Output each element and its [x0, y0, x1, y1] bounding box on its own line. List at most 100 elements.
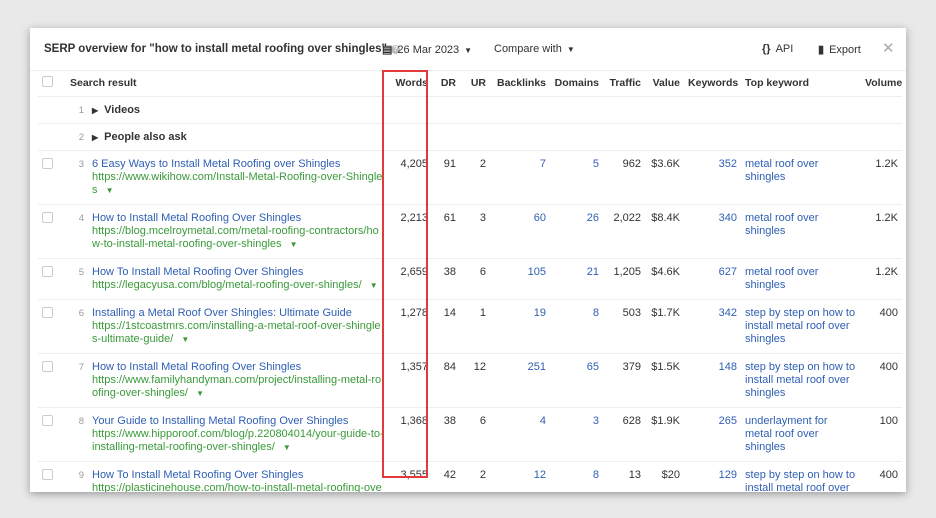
- result-url[interactable]: https://1stcoastmrs.com/installing-a-met…: [92, 320, 381, 345]
- col-dr[interactable]: DR: [432, 70, 461, 97]
- row-checkbox[interactable]: [42, 158, 53, 169]
- position: 4: [66, 204, 88, 259]
- backlinks-link[interactable]: 7: [490, 150, 551, 205]
- dr: 38: [432, 258, 461, 300]
- ur: 2: [460, 461, 491, 492]
- result-url[interactable]: https://www.hipporoof.com/blog/p.2208040…: [92, 428, 384, 453]
- keywords-link[interactable]: 129: [684, 461, 742, 492]
- serp-feature-row[interactable]: 2 ▶ People also ask: [38, 123, 903, 151]
- value: $1.7K: [645, 299, 685, 354]
- backlinks-link[interactable]: 12: [490, 461, 551, 492]
- backlinks-link[interactable]: 105: [490, 258, 551, 300]
- result-title-link[interactable]: How to Install Metal Roofing Over Shingl…: [92, 361, 384, 374]
- col-domains[interactable]: Domains: [550, 70, 604, 97]
- domains-link[interactable]: 3: [550, 407, 604, 462]
- col-keywords[interactable]: Keywords: [684, 70, 742, 97]
- chevron-down-icon[interactable]: ▼: [196, 389, 204, 398]
- export-button[interactable]: ▮ Export: [818, 43, 861, 56]
- volume: 1.2K: [861, 258, 903, 300]
- table-row: 6 Installing a Metal Roof Over Shingles:…: [38, 299, 903, 354]
- chevron-down-icon[interactable]: ▼: [283, 443, 291, 452]
- row-checkbox[interactable]: [42, 212, 53, 223]
- keywords-link[interactable]: 352: [684, 150, 742, 205]
- value: $3.6K: [645, 150, 685, 205]
- top-keyword-link[interactable]: step by step on how to install metal roo…: [741, 461, 862, 492]
- select-all-checkbox[interactable]: [42, 75, 53, 87]
- domains-link[interactable]: 8: [550, 461, 604, 492]
- table-row: 7 How to Install Metal Roofing Over Shin…: [38, 353, 903, 408]
- value: $8.4K: [645, 204, 685, 259]
- top-keyword-link[interactable]: underlayment for metal roof over shingle…: [741, 407, 862, 462]
- top-keyword-link[interactable]: metal roof over shingles: [741, 258, 862, 300]
- ur: 2: [460, 150, 491, 205]
- compare-with-dropdown[interactable]: Compare with ▼: [494, 43, 575, 55]
- col-value[interactable]: Value: [645, 70, 685, 97]
- result-title-link[interactable]: How To Install Metal Roofing Over Shingl…: [92, 266, 384, 279]
- traffic: 13: [603, 461, 646, 492]
- domains-link[interactable]: 8: [550, 299, 604, 354]
- date-selector[interactable]: ▤ 26 Mar 2023 ▼: [382, 43, 472, 56]
- result-url[interactable]: https://blog.mcelroymetal.com/metal-roof…: [92, 225, 379, 250]
- result-url[interactable]: https://www.wikihow.com/Install-Metal-Ro…: [92, 171, 382, 196]
- keywords-link[interactable]: 265: [684, 407, 742, 462]
- col-traffic[interactable]: Traffic: [603, 70, 646, 97]
- domains-link[interactable]: 65: [550, 353, 604, 408]
- chevron-down-icon[interactable]: ▼: [106, 186, 114, 195]
- result-url[interactable]: https://legacyusa.com/blog/metal-roofing…: [92, 279, 362, 291]
- backlinks-link[interactable]: 4: [490, 407, 551, 462]
- volume: 1.2K: [861, 150, 903, 205]
- result-title-link[interactable]: Your Guide to Installing Metal Roofing O…: [92, 415, 384, 428]
- col-top-keyword[interactable]: Top keyword: [741, 70, 862, 97]
- keywords-link[interactable]: 148: [684, 353, 742, 408]
- serp-feature-label: People also ask: [104, 131, 187, 143]
- top-keyword-link[interactable]: metal roof over shingles: [741, 150, 862, 205]
- col-ur[interactable]: UR: [460, 70, 491, 97]
- close-icon[interactable]: ✕: [882, 39, 895, 57]
- position: 5: [66, 258, 88, 300]
- chevron-down-icon[interactable]: ▼: [370, 281, 378, 290]
- value: $1.9K: [645, 407, 685, 462]
- keywords-link[interactable]: 340: [684, 204, 742, 259]
- result-title-link[interactable]: How To Install Metal Roofing Over Shingl…: [92, 469, 384, 482]
- row-checkbox[interactable]: [42, 307, 53, 318]
- domains-link[interactable]: 5: [550, 150, 604, 205]
- result-title-link[interactable]: 6 Easy Ways to Install Metal Roofing ove…: [92, 158, 384, 171]
- backlinks-link[interactable]: 251: [490, 353, 551, 408]
- top-keyword-link[interactable]: metal roof over shingles: [741, 204, 862, 259]
- dr: 91: [432, 150, 461, 205]
- top-keyword-link[interactable]: step by step on how to install metal roo…: [741, 299, 862, 354]
- result-url[interactable]: https://plasticinehouse.com/how-to-insta…: [92, 482, 382, 492]
- col-search-result[interactable]: Search result: [66, 70, 389, 97]
- position: 9: [66, 461, 88, 492]
- domains-link[interactable]: 26: [550, 204, 604, 259]
- expand-triangle-icon[interactable]: ▶: [92, 133, 98, 142]
- panel-title: SERP overview for "how to install metal …: [44, 43, 400, 55]
- result-title-link[interactable]: How to Install Metal Roofing Over Shingl…: [92, 212, 384, 225]
- col-volume[interactable]: Volume: [861, 70, 902, 97]
- keywords-link[interactable]: 342: [684, 299, 742, 354]
- row-checkbox[interactable]: [42, 361, 53, 372]
- serp-feature-row[interactable]: 1 ▶ Videos: [38, 96, 903, 124]
- result-title-link[interactable]: Installing a Metal Roof Over Shingles: U…: [92, 307, 384, 320]
- row-checkbox[interactable]: [42, 266, 53, 277]
- backlinks-link[interactable]: 60: [490, 204, 551, 259]
- serp-feature-label: Videos: [104, 104, 141, 116]
- keywords-link[interactable]: 627: [684, 258, 742, 300]
- domains-link[interactable]: 21: [550, 258, 604, 300]
- row-checkbox[interactable]: [42, 469, 53, 480]
- top-keyword-link[interactable]: step by step on how to install metal roo…: [741, 353, 862, 408]
- position: 1: [66, 96, 88, 124]
- chevron-down-icon[interactable]: ▼: [181, 335, 189, 344]
- row-checkbox[interactable]: [42, 415, 53, 426]
- words-column-highlight: [382, 70, 428, 478]
- backlinks-link[interactable]: 19: [490, 299, 551, 354]
- api-button[interactable]: {} API: [762, 43, 793, 55]
- chevron-down-icon[interactable]: ▼: [290, 240, 298, 249]
- traffic: 1,205: [603, 258, 646, 300]
- result-url[interactable]: https://www.familyhandyman.com/project/i…: [92, 374, 381, 399]
- expand-triangle-icon[interactable]: ▶: [92, 106, 98, 115]
- chevron-down-icon: ▼: [566, 45, 575, 54]
- braces-icon: {}: [762, 43, 771, 55]
- col-backlinks[interactable]: Backlinks: [490, 70, 551, 97]
- chevron-down-icon: ▼: [464, 46, 473, 55]
